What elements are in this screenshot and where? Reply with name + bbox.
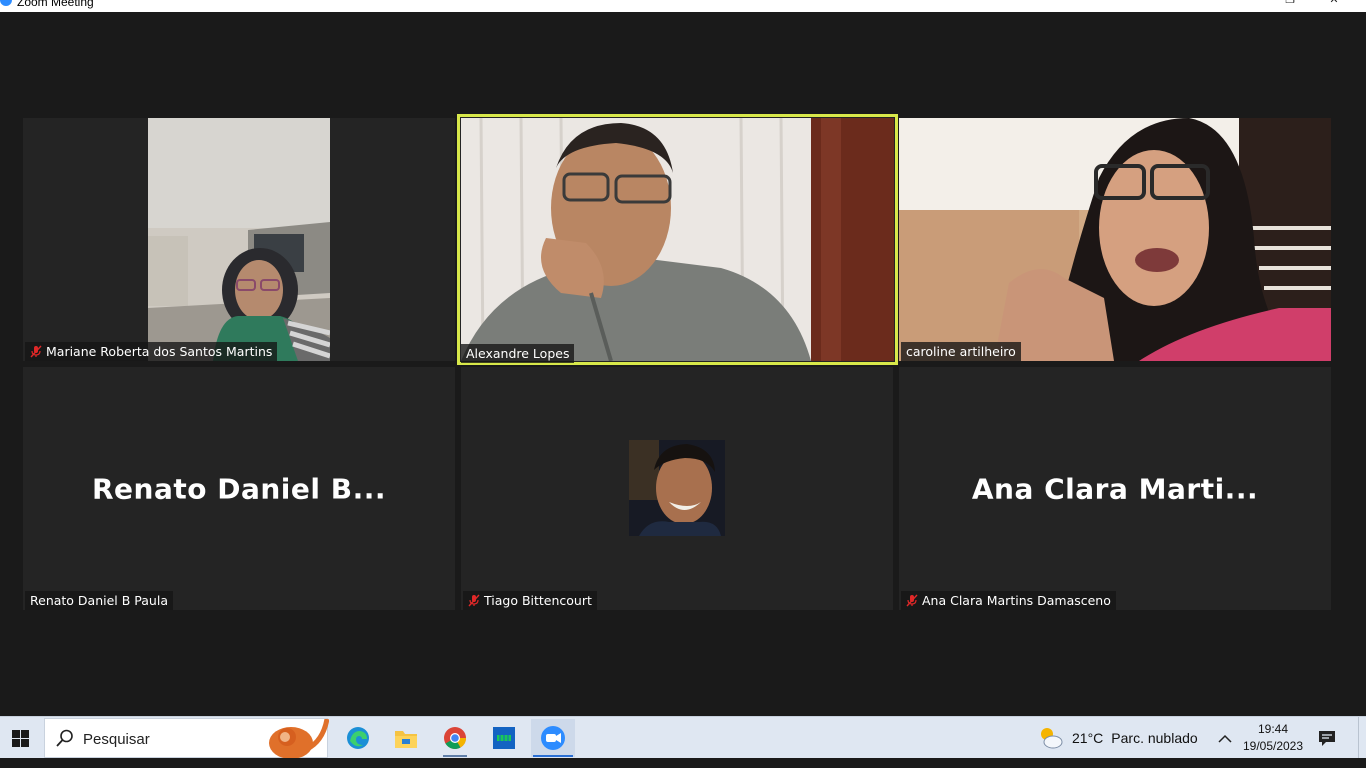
- participant-avatar: [629, 440, 725, 536]
- participant-name-tag: Renato Daniel B Paula: [25, 591, 173, 610]
- participant-video: [899, 118, 1331, 361]
- participant-tile-mariane[interactable]: Mariane Roberta dos Santos Martins: [23, 118, 455, 361]
- taskbar-app-green[interactable]: [482, 719, 526, 757]
- edge-icon: [347, 727, 369, 749]
- windows-logo-icon: [11, 729, 29, 747]
- participant-name: Tiago Bittencourt: [484, 593, 592, 608]
- zoom-icon: [541, 726, 565, 750]
- window-title-bar: Zoom Meeting ❐ ✕: [0, 0, 1366, 12]
- participant-name-tag: Ana Clara Martins Damasceno: [901, 591, 1116, 610]
- search-highlight-illustration: [269, 719, 329, 759]
- taskbar-zoom[interactable]: [531, 719, 575, 757]
- window-title: Zoom Meeting: [17, 0, 94, 9]
- weather-temperature: 21°C: [1072, 730, 1104, 746]
- participant-name-tag: Mariane Roberta dos Santos Martins: [25, 342, 278, 361]
- participant-name-tag: Tiago Bittencourt: [463, 591, 597, 610]
- participant-tile-ana-clara[interactable]: Ana Clara Marti... Ana Clara Martins Dam…: [899, 367, 1331, 610]
- participant-tile-caroline[interactable]: caroline artilheiro: [899, 118, 1331, 361]
- chevron-up-icon: [1218, 734, 1232, 743]
- screen-bottom-edge: [0, 758, 1366, 768]
- notification-icon: [1319, 730, 1335, 746]
- zoom-app-icon: [0, 0, 12, 6]
- participant-video: [148, 118, 330, 361]
- show-desktop-button[interactable]: [1358, 717, 1366, 759]
- participant-tile-renato[interactable]: Renato Daniel B... Renato Daniel B Paula: [23, 367, 455, 610]
- search-placeholder: Pesquisar: [83, 731, 150, 748]
- close-icon[interactable]: ✕: [1328, 0, 1340, 6]
- participant-name-tag: Alexandre Lopes: [461, 344, 575, 363]
- search-icon: [56, 729, 73, 747]
- clock-date: 19/05/2023: [1242, 739, 1304, 753]
- app-green-icon: [493, 727, 515, 749]
- video-gallery: Mariane Roberta dos Santos Martins Alexa…: [0, 12, 1366, 716]
- mic-muted-icon: [30, 345, 42, 358]
- show-hidden-icons-button[interactable]: [1214, 727, 1236, 749]
- notification-center-button[interactable]: [1314, 726, 1340, 750]
- weather-widget[interactable]: 21°C Parc. nublado: [1038, 721, 1198, 755]
- mic-muted-icon: [906, 594, 918, 607]
- participant-name: Renato Daniel B Paula: [30, 593, 168, 608]
- participant-name: Mariane Roberta dos Santos Martins: [46, 344, 273, 359]
- taskbar-search[interactable]: Pesquisar: [44, 718, 329, 759]
- chrome-icon: [444, 727, 466, 749]
- participant-name: caroline artilheiro: [906, 344, 1016, 359]
- participant-display-name: Renato Daniel B...: [91, 472, 386, 505]
- participant-tile-tiago[interactable]: Tiago Bittencourt: [461, 367, 893, 610]
- taskbar-chrome[interactable]: [433, 719, 477, 757]
- taskbar-edge[interactable]: [336, 719, 380, 757]
- participant-name: Alexandre Lopes: [466, 346, 570, 361]
- clock-time: 19:44: [1257, 722, 1289, 736]
- participant-name-tag: caroline artilheiro: [901, 342, 1021, 361]
- mic-muted-icon: [468, 594, 480, 607]
- taskbar-file-explorer[interactable]: [384, 719, 428, 757]
- file-explorer-icon: [395, 731, 417, 748]
- weather-description: Parc. nublado: [1111, 730, 1198, 746]
- windows-taskbar: Pesquisar 21°C Parc. nublado 19:44 19/05…: [0, 716, 1366, 759]
- participant-tile-alexandre[interactable]: Alexandre Lopes: [457, 114, 898, 365]
- taskbar-clock[interactable]: 19:44 19/05/2023: [1238, 721, 1308, 755]
- restore-icon[interactable]: ❐: [1284, 0, 1296, 6]
- start-button[interactable]: [0, 717, 40, 759]
- participant-display-name: Ana Clara Marti...: [971, 472, 1259, 505]
- partly-cloudy-icon: [1041, 728, 1063, 749]
- participant-name: Ana Clara Martins Damasceno: [922, 593, 1111, 608]
- participant-video: [461, 118, 894, 361]
